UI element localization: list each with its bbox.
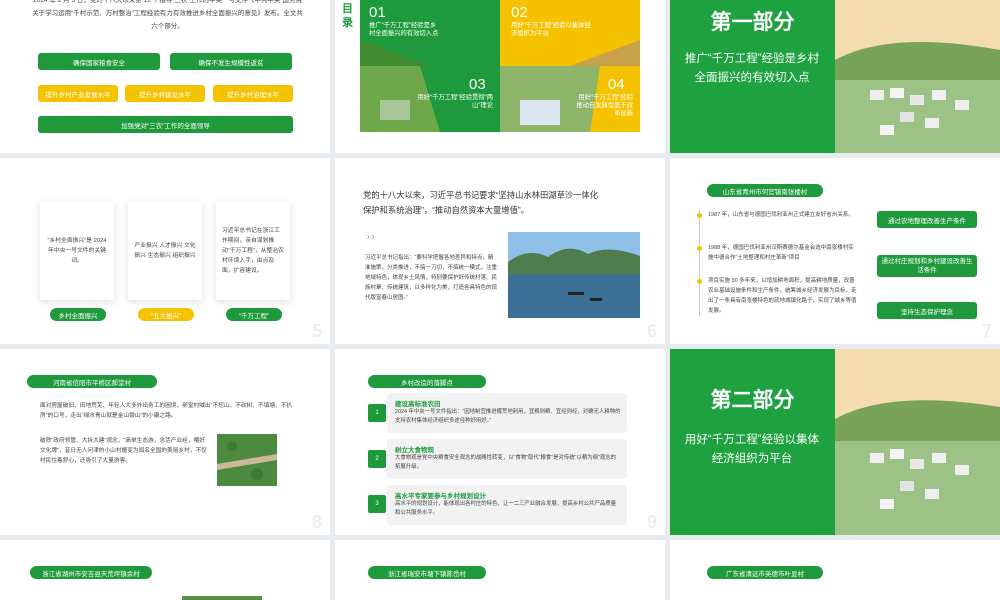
section-subtitle: 用好“千万工程”经验以集体经济组织为平台	[684, 434, 820, 465]
intro-text: 2024 年 2 月 3 日，党的十八大以来第 12 个指导“三农”工作的中央一…	[32, 0, 303, 30]
case-header: 浙江省瑞安市塘下镇陈岙村	[368, 566, 486, 579]
btn-party-leadership: 加强党对“三农”工作的全面领导	[38, 116, 293, 133]
item-1-title: 建设高标准农田	[395, 401, 441, 408]
timeline-text-3: 项目实施 30 多年来，以增加耕地面积，提高耕地质量，改善农业基础设施条件和生产…	[708, 278, 857, 314]
section-title: 第一部分	[710, 11, 795, 34]
toc-item-4-text: 用好“千万工程”经验推动自发典型盖于改革创新	[576, 94, 633, 117]
slide-thumbnail-12[interactable]: 广东省清远市英德市叶显村	[670, 540, 1000, 600]
timeline-dot-1	[697, 213, 702, 218]
timeline-text-2: 1988 年，德国巴伐利亚州汉斯赛德尔基金会选中南张楼村实施中德合作“土地整理和…	[708, 245, 854, 261]
toc-item-2-num: 02	[511, 4, 528, 21]
section-title: 第二部分	[710, 389, 795, 412]
item-2-title: 树立大食物观	[395, 447, 434, 454]
slide-thumbnail-10[interactable]: 浙江省湖州市安吉县天荒坪镇余村	[0, 540, 330, 600]
slide-thumbnail-7[interactable]: 河南省信阳市平桥区郝堂村 面对房屋破旧、田地荒芜、年轻人大多外出务工的困境，郝堂…	[0, 349, 330, 535]
page-number: 5	[311, 321, 322, 341]
btn-ecology: 坚持生态保护理念	[877, 302, 977, 319]
btn-no-poverty-return: 确保不发生规模性返贫	[170, 53, 292, 70]
page-number: 8	[311, 512, 322, 532]
pill-rural-revitalization: 乡村全面振兴	[50, 308, 106, 321]
section-subtitle: 推广“千万工程”经验是乡村全面振兴的有效切入点	[684, 53, 820, 84]
item-3-number: 3	[368, 495, 386, 513]
item-2-text: 大食物观是党中央粮食安全观念的战略性转变，以“食物”取代“粮食”是对传统“以粮为…	[395, 455, 617, 470]
quote-mark: › ›	[367, 232, 375, 241]
slide-thumbnail-2[interactable]: 目录 01 推广“千万工程”经验是乡村全面振兴的有效切入点 02 用好“千万工程…	[335, 0, 665, 153]
btn-food-security: 确保国家粮食安全	[38, 53, 160, 70]
slide-thumbnail-8[interactable]: 乡村改造的落脚点 1 2 3 建设高标准农田 2024 年中央一号文件指出：“因…	[335, 349, 665, 535]
slide-thumbnail-4[interactable]: “乡村全面振兴”是 2024 年中央一号文件的关键词。 产业振兴 人才振兴 文化…	[0, 158, 330, 344]
toc-item-4-num: 04	[608, 76, 625, 93]
section-header: 乡村改造的落脚点	[368, 375, 486, 388]
pill-five-revitalizations: “五大振兴”	[138, 308, 194, 321]
item-3-text: 高水平的规划设计，能体现出各村庄的特色，让一二三产业融合发展，提高乡村公共产品质…	[395, 501, 617, 516]
slide-thumbnail-9[interactable]: 第二部分 用好“千万工程”经验以集体经济组织为平台	[670, 349, 1000, 535]
case-paragraph-1: 面对房屋破旧、田地荒芜、年轻人大多外出务工的困境，郝堂村喊出“不挖山、不砍树、不…	[40, 403, 293, 419]
card-rural-revitalization: “乡村全面振兴”是 2024 年中央一号文件的关键词。	[40, 202, 114, 300]
btn-industry-level: 提升乡村产业发展水平	[38, 85, 118, 102]
page-number: 7	[981, 321, 992, 341]
item-2-number: 2	[368, 450, 386, 468]
case-paragraph-2: 破除“政府领管、大拆大建”观念，“简单生态游，念活产业经，嘲好文化牌”，昔日无人…	[40, 438, 207, 464]
case-header: 河南省信阳市平桥区郝堂村	[27, 375, 157, 388]
btn-village-planning: 通过村庄规划和乡村建设改善生活条件	[877, 255, 977, 277]
photo-strip	[182, 596, 262, 600]
card-five-revitalizations: 产业振兴 人才振兴 文化振兴 生态振兴 组织振兴	[128, 202, 202, 300]
timeline-dot-2	[697, 246, 702, 251]
slide-thumbnail-3[interactable]: 第一部分 推广“千万工程”经验是乡村全面振兴的有效切入点	[670, 0, 1000, 153]
slide-thumbnail-11[interactable]: 浙江省瑞安市塘下镇陈岙村	[335, 540, 665, 600]
btn-construction-level: 提升乡村建设水平	[125, 85, 205, 102]
case-header: 浙江省湖州市安吉县天荒坪镇余村	[30, 566, 152, 579]
slide-thumbnail-5[interactable]: 党的十八大以来，习近平总书记要求“坚持山水林田湖草沙一体化保护和系统治理”，“推…	[335, 158, 665, 344]
lotus-pond-photo	[217, 434, 277, 486]
page-number: 6	[646, 321, 657, 341]
item-3-title: 高水平专家要参与乡村规划设计	[395, 493, 486, 500]
item-1-text: 2024 年中央一号文件指出：“因地制宜推进撂荒地利用，宜粮则粮、宜经则经，对确…	[395, 409, 621, 424]
card-qianwan-project: 习近平总书记在浙江工作期间，亲自谋划推动“千万工程”，从整治农村环境入手，由点及…	[216, 202, 290, 300]
btn-farmland: 通过农地整理改善生产条件	[877, 211, 977, 228]
toc-item-3-num: 03	[469, 76, 486, 93]
slide-thumbnail-1[interactable]: 2024 年 2 月 3 日，党的十八大以来第 12 个指导“三农”工作的中央一…	[0, 0, 330, 153]
btn-governance-level: 提升乡村治理水平	[213, 85, 293, 102]
toc-item-3-text: 用好“千万工程”经验贯彻“两山”理论	[417, 94, 493, 109]
timeline-dot-3	[697, 279, 702, 284]
body-text: 习近平总书记指出：“要科学把握各地差异和特点，精准施策，分类推进，不搞一刀切，不…	[365, 255, 498, 301]
case-header: 山东省青州市何官镇南张楼村	[707, 184, 823, 197]
toc-item-1-text: 推广“千万工程”经验是乡村全面振兴的有效切入点	[369, 22, 439, 37]
lake-photo	[508, 232, 640, 318]
toc-label: 目录	[342, 3, 353, 29]
pill-qianwan-project: “千万工程”	[226, 308, 282, 321]
quote-text: 党的十八大以来，习近平总书记要求“坚持山水林田湖草沙一体化保护和系统治理”，“推…	[363, 190, 599, 215]
toc-item-2-text: 用好“千万工程”经验以集体经济组织为平台	[511, 22, 591, 37]
timeline-text-1: 1987 年，山东省与德国巴伐利亚州正式建立友好省州关系。	[708, 212, 854, 218]
toc-item-1-num: 01	[369, 4, 386, 21]
item-1-number: 1	[368, 404, 386, 422]
case-header: 广东省清远市英德市叶显村	[707, 566, 823, 579]
slide-thumbnail-6[interactable]: 山东省青州市何官镇南张楼村 1987 年，山东省与德国巴伐利亚州正式建立友好省州…	[670, 158, 1000, 344]
page-number: 9	[646, 512, 657, 532]
timeline-line	[699, 210, 700, 316]
